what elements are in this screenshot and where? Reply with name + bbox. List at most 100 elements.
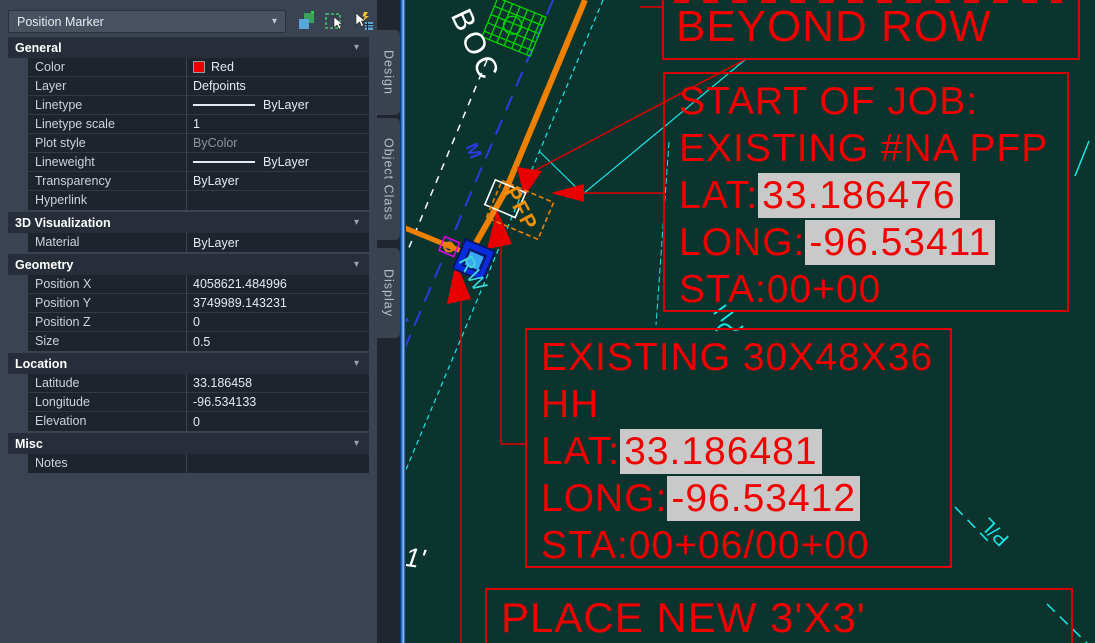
- section-rows-general: Color Red Layer Defpoints Linetype ByLay…: [28, 58, 369, 210]
- collapse-icon: ▾: [354, 358, 359, 369]
- property-row-material: Material ByLayer: [28, 233, 369, 252]
- property-label: Hyperlink: [28, 191, 186, 210]
- property-row-position-z: Position Z 0: [28, 313, 369, 332]
- drawing-canvas[interactable]: BEYOND ROW START OF JOB: EXISTING #NA PF…: [400, 0, 1095, 643]
- annotation-line: LAT:33.186476: [679, 172, 1048, 219]
- color-swatch: [193, 61, 205, 73]
- property-row-transparency: Transparency ByLayer: [28, 172, 369, 191]
- property-value[interactable]: [186, 191, 369, 210]
- tab-design[interactable]: Design: [377, 30, 400, 115]
- annotation-box-existing-hh[interactable]: EXISTING 30X48X36 HH LAT:33.186481 LONG:…: [525, 328, 952, 568]
- annotation-text: BEYOND ROW: [676, 2, 992, 52]
- lineweight-sample-icon: [193, 161, 255, 163]
- section-rows-misc: Notes: [28, 454, 369, 473]
- property-label: Position X: [28, 275, 186, 293]
- property-value[interactable]: ByLayer: [186, 96, 369, 114]
- red-arrow-left: [551, 184, 584, 202]
- property-label: Transparency: [28, 172, 186, 190]
- property-row-hyperlink: Hyperlink: [28, 191, 369, 210]
- annotation-line: LONG:-96.53411: [679, 219, 1048, 266]
- property-row-plot-style: Plot style ByColor: [28, 134, 369, 153]
- canvas-left-edge: [400, 0, 406, 643]
- property-value[interactable]: Defpoints: [186, 77, 369, 95]
- property-grid: General ▾ Color Red Layer Defpoints Line…: [8, 37, 369, 473]
- quick-select-button[interactable]: [352, 9, 374, 33]
- property-value[interactable]: Red: [186, 58, 369, 76]
- property-value[interactable]: 1: [186, 115, 369, 133]
- section-header-general[interactable]: General ▾: [8, 37, 369, 58]
- palette-header: Position Marker ▾: [0, 0, 377, 37]
- chevron-down-icon: ▾: [272, 16, 277, 27]
- section-header-geometry[interactable]: Geometry ▾: [8, 254, 369, 275]
- property-row-longitude: Longitude -96.534133: [28, 393, 369, 412]
- linetype-sample-icon: [193, 104, 255, 106]
- collapse-icon: ▾: [354, 259, 359, 270]
- tab-display[interactable]: Display: [377, 248, 400, 338]
- property-row-linetype-scale: Linetype scale 1: [28, 115, 369, 134]
- property-value[interactable]: 0: [186, 412, 369, 431]
- property-label: Lineweight: [28, 153, 186, 171]
- property-label: Layer: [28, 77, 186, 95]
- annotation-line: HH: [541, 381, 933, 428]
- pickadd-toggle-icon: [297, 11, 317, 31]
- section-title: Misc: [15, 437, 354, 451]
- property-value[interactable]: ByLayer: [186, 172, 369, 190]
- property-value[interactable]: -96.534133: [186, 393, 369, 411]
- section-header-misc[interactable]: Misc ▾: [8, 433, 369, 454]
- section-title: Geometry: [15, 258, 354, 272]
- selected-object-type: Position Marker: [17, 15, 272, 29]
- annotation-box-place-new[interactable]: PLACE NEW 3'X3': [485, 588, 1073, 643]
- annotation-line: EXISTING 30X48X36: [541, 334, 933, 381]
- annotation-line: START OF JOB:: [679, 78, 1048, 125]
- tab-object-class[interactable]: Object Class: [377, 118, 400, 240]
- property-row-elevation: Elevation 0: [28, 412, 369, 431]
- object-type-dropdown[interactable]: Position Marker ▾: [8, 10, 286, 33]
- property-row-color: Color Red: [28, 58, 369, 77]
- long-field-value: -96.53412: [667, 476, 860, 521]
- property-label: Linetype scale: [28, 115, 186, 133]
- property-value[interactable]: 3749989.143231: [186, 294, 369, 312]
- property-label: Longitude: [28, 393, 186, 411]
- property-label: Color: [28, 58, 186, 76]
- annotation-text-block: START OF JOB: EXISTING #NA PFP LAT:33.18…: [679, 78, 1048, 313]
- property-row-position-y: Position Y 3749989.143231: [28, 294, 369, 313]
- property-label: Position Y: [28, 294, 186, 312]
- property-value[interactable]: 4058621.484996: [186, 275, 369, 293]
- property-row-notes: Notes: [28, 454, 369, 473]
- quick-select-icon: [352, 11, 374, 31]
- select-objects-icon: [325, 11, 345, 31]
- collapse-icon: ▾: [354, 42, 359, 53]
- property-label: Elevation: [28, 412, 186, 431]
- property-value[interactable]: [186, 454, 369, 473]
- property-row-layer: Layer Defpoints: [28, 77, 369, 96]
- annotation-box-start-of-job[interactable]: START OF JOB: EXISTING #NA PFP LAT:33.18…: [663, 72, 1069, 312]
- property-value[interactable]: ByLayer: [186, 233, 369, 252]
- lat-field-value: 33.186476: [758, 173, 959, 218]
- property-label: Latitude: [28, 374, 186, 392]
- property-value[interactable]: ByColor: [186, 134, 369, 152]
- annotation-line: STA:00+00: [679, 266, 1048, 313]
- property-label: Size: [28, 332, 186, 351]
- property-row-lineweight: Lineweight ByLayer: [28, 153, 369, 172]
- cyan-right-dash: [1075, 141, 1089, 176]
- property-value[interactable]: 0.5: [186, 332, 369, 351]
- property-value[interactable]: 0: [186, 313, 369, 331]
- section-header-location[interactable]: Location ▾: [8, 353, 369, 374]
- property-value[interactable]: 33.186458: [186, 374, 369, 392]
- pickadd-toggle-button[interactable]: [296, 9, 318, 33]
- property-label: Linetype: [28, 96, 186, 114]
- annotation-text-block: EXISTING 30X48X36 HH LAT:33.186481 LONG:…: [541, 334, 933, 569]
- section-title: General: [15, 41, 354, 55]
- section-title: Location: [15, 357, 354, 371]
- property-row-size: Size 0.5: [28, 332, 369, 351]
- property-label: Position Z: [28, 313, 186, 331]
- section-header-3d-visualization[interactable]: 3D Visualization ▾: [8, 212, 369, 233]
- section-title: 3D Visualization: [15, 216, 354, 230]
- annotation-box-beyond-row[interactable]: BEYOND ROW: [662, 0, 1080, 60]
- property-row-position-x: Position X 4058621.484996: [28, 275, 369, 294]
- annotation-text: PLACE NEW 3'X3': [501, 594, 866, 642]
- property-value[interactable]: ByLayer: [186, 153, 369, 171]
- collapse-icon: ▾: [354, 438, 359, 449]
- annotation-line: STA:00+06/00+00: [541, 522, 933, 569]
- select-objects-button[interactable]: [324, 9, 346, 33]
